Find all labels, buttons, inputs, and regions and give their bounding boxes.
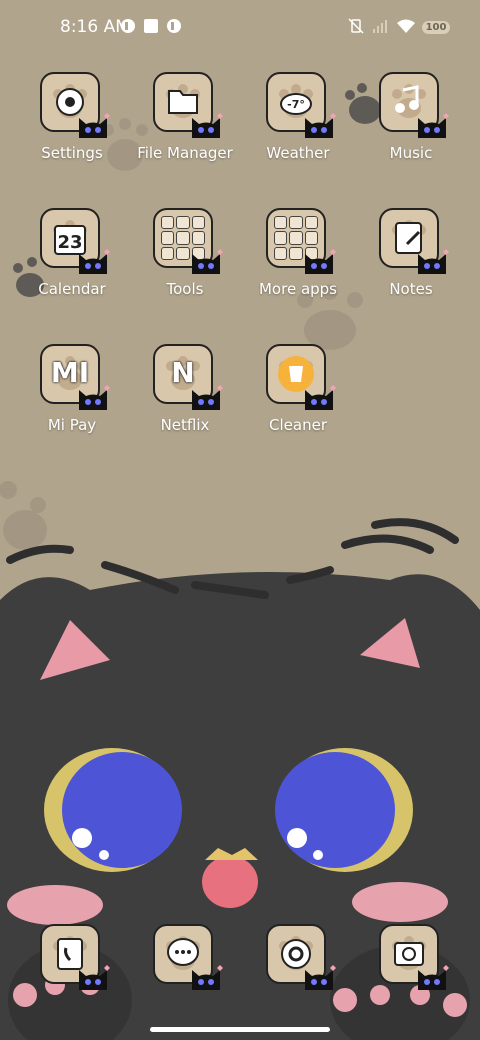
battery-indicator: 100 xyxy=(422,21,450,34)
app-notes[interactable]: Notes xyxy=(355,208,467,316)
cat-decoration-icon xyxy=(79,965,110,990)
icon-badge-text: -7° xyxy=(287,98,305,111)
signal-icon xyxy=(373,20,387,33)
cat-decoration-icon xyxy=(305,113,336,138)
notification-icon xyxy=(121,19,135,33)
cat-decoration-icon xyxy=(418,965,449,990)
dock-contacts-phone[interactable] xyxy=(16,924,128,1032)
app-label: Notes xyxy=(389,280,433,298)
app-netflix[interactable]: N Netflix xyxy=(129,344,241,452)
wifi-icon xyxy=(397,19,415,33)
cat-decoration-icon xyxy=(418,113,449,138)
cat-decoration-icon xyxy=(418,249,449,274)
cat-decoration-icon xyxy=(79,385,110,410)
cat-decoration-icon xyxy=(305,965,336,990)
app-file-manager[interactable]: File Manager xyxy=(129,72,241,180)
dock-camera[interactable] xyxy=(355,924,467,1032)
cat-decoration-icon xyxy=(192,249,223,274)
app-music[interactable]: Music xyxy=(355,72,467,180)
cat-decoration-icon xyxy=(192,965,223,990)
app-settings[interactable]: Settings xyxy=(16,72,128,180)
app-label: Music xyxy=(389,144,433,162)
app-tools[interactable]: Tools xyxy=(129,208,241,316)
cat-decoration-icon xyxy=(305,249,336,274)
cat-decoration-icon xyxy=(79,113,110,138)
notification-icon xyxy=(167,19,181,33)
vibrate-off-icon xyxy=(348,18,364,34)
status-bar: 8:16 AM 100 xyxy=(0,0,480,56)
app-calendar[interactable]: 23 Calendar xyxy=(16,208,128,316)
dock-messages[interactable] xyxy=(129,924,241,1032)
app-weather[interactable]: -7° Weather xyxy=(242,72,354,180)
cat-decoration-icon xyxy=(305,385,336,410)
app-label: Cleaner xyxy=(269,416,327,434)
navigation-gesture-bar[interactable] xyxy=(150,1027,330,1032)
dock-chrome[interactable] xyxy=(242,924,354,1032)
cat-decoration-icon xyxy=(79,249,110,274)
cat-decoration-icon xyxy=(192,113,223,138)
app-cleaner[interactable]: Cleaner xyxy=(242,344,354,452)
app-more-apps[interactable]: More apps xyxy=(242,208,354,316)
cat-decoration-icon xyxy=(192,385,223,410)
app-mi-pay[interactable]: MI Mi Pay xyxy=(16,344,128,452)
square-icon xyxy=(144,19,158,33)
